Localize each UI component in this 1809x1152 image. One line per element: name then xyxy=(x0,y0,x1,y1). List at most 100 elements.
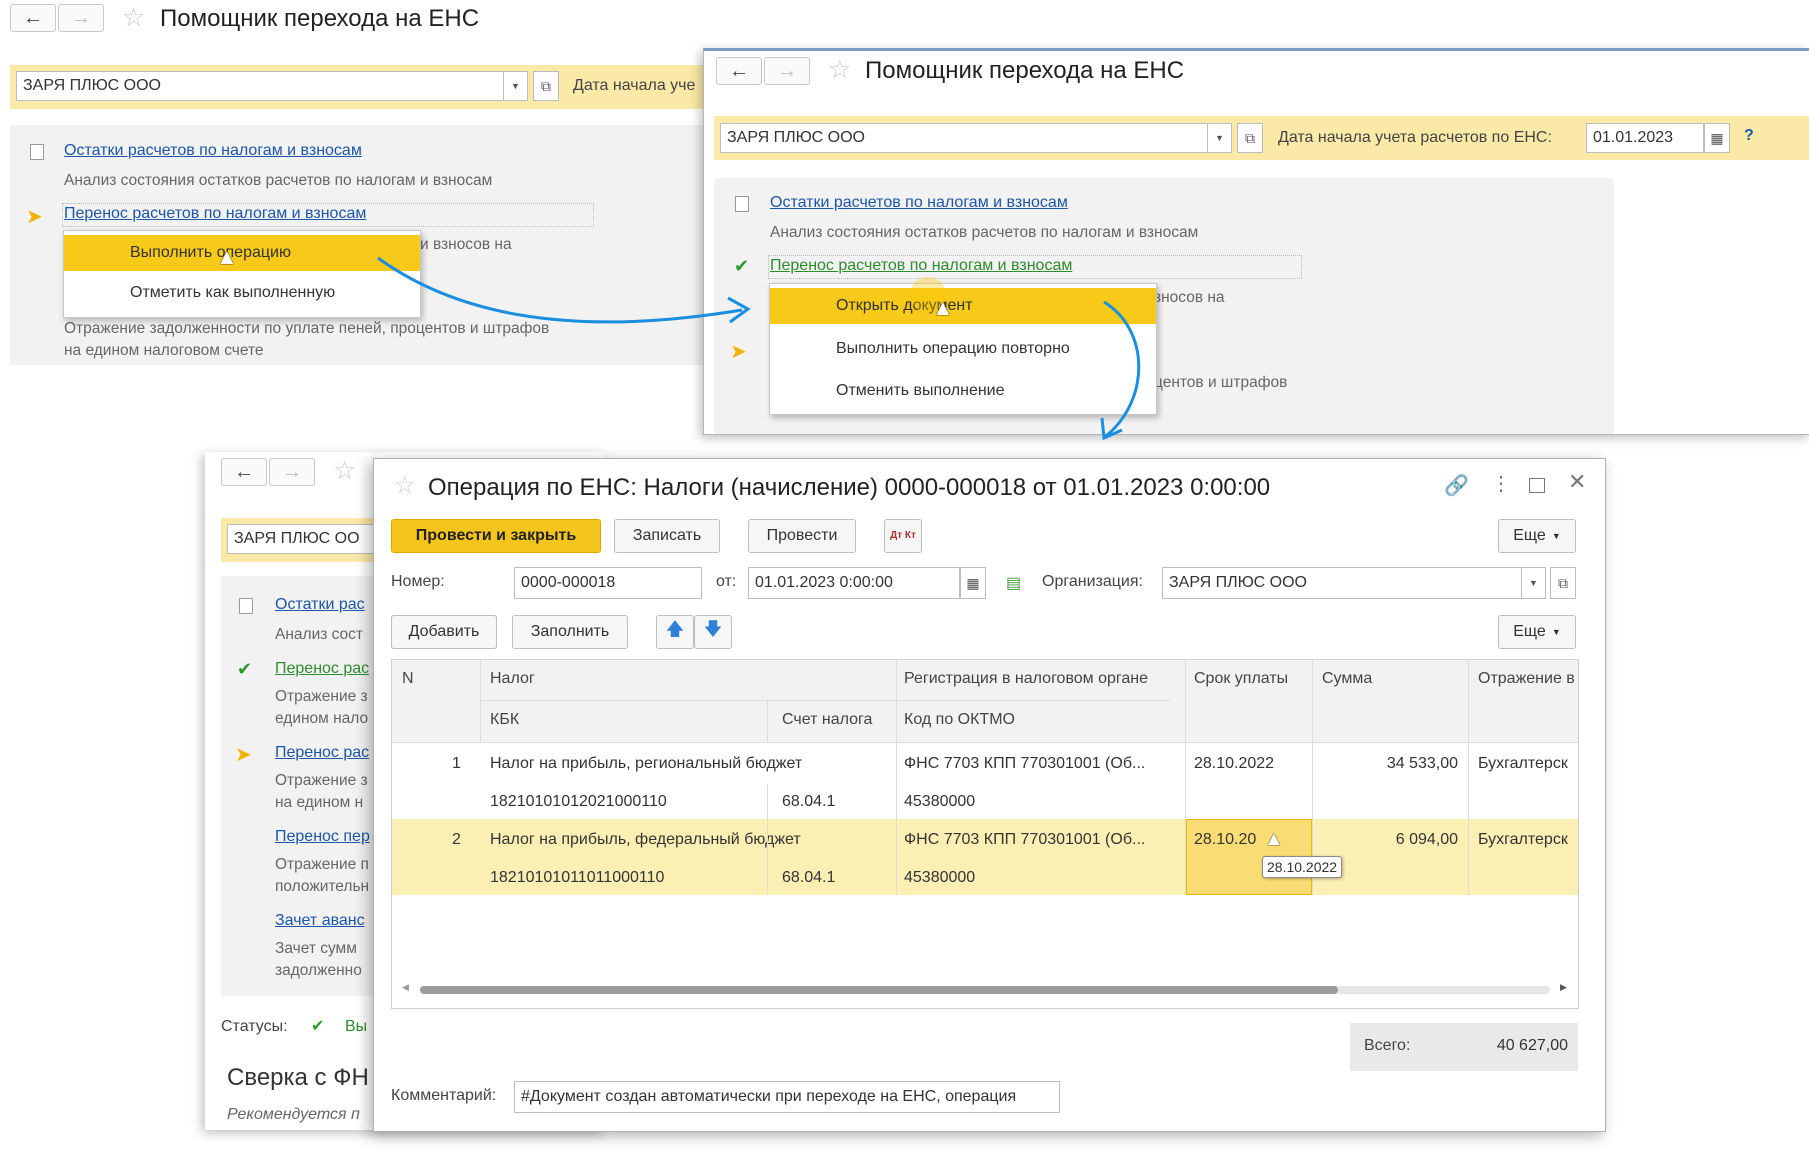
link-icon[interactable]: 🔗 xyxy=(1444,473,1469,498)
close-icon[interactable]: ✕ xyxy=(1568,469,1586,495)
col-account[interactable]: Счет налога xyxy=(782,711,872,729)
status-label: Статусы: xyxy=(221,1018,288,1035)
back-button[interactable]: ← xyxy=(221,458,267,486)
date-start-field[interactable]: 01.01.2023 xyxy=(1586,123,1704,153)
open-link-icon[interactable]: ⧉ xyxy=(1237,123,1263,153)
menu-item-execute[interactable]: Выполнить операцию xyxy=(64,235,420,271)
chevron-down-icon[interactable]: ▼ xyxy=(1208,123,1232,153)
col-divider xyxy=(1185,743,1186,895)
row-sum: 6 094,00 xyxy=(1395,831,1458,848)
arrow-right-icon: ➤ xyxy=(730,341,747,363)
organization-field[interactable]: ЗАРЯ ПЛЮС ООО xyxy=(1162,567,1522,599)
step-link-transfer[interactable]: Перенос расчетов по налогам и взносам xyxy=(770,257,1072,275)
step-desc: Отражение з xyxy=(275,772,368,789)
post-button[interactable]: Провести xyxy=(748,519,856,553)
fill-button[interactable]: Заполнить xyxy=(512,615,628,649)
kebab-menu-icon[interactable]: ⋮ xyxy=(1491,471,1511,496)
total-value: 40 627,00 xyxy=(1496,1037,1568,1054)
favorite-star-icon[interactable]: ☆ xyxy=(333,455,356,486)
col-sum[interactable]: Сумма xyxy=(1322,670,1372,688)
scrollbar-thumb[interactable] xyxy=(420,986,1338,994)
forward-button[interactable]: → xyxy=(269,458,315,486)
step-desc: положительн xyxy=(275,878,370,895)
table-more-button[interactable]: Еще ▼ xyxy=(1498,615,1576,649)
col-n[interactable]: N xyxy=(402,670,414,688)
menu-item-repeat[interactable]: Выполнить операцию повторно xyxy=(770,331,1156,367)
number-field[interactable]: 0000-000018 xyxy=(514,567,702,599)
col-kbk[interactable]: КБК xyxy=(490,711,519,729)
step-link[interactable]: Остатки рас xyxy=(275,596,365,614)
horizontal-scrollbar[interactable] xyxy=(420,986,1550,994)
move-down-icon[interactable]: 🡇 xyxy=(694,615,732,649)
scroll-right-icon[interactable]: ▶ xyxy=(1560,982,1567,993)
date-field[interactable]: 01.01.2023 0:00:00 xyxy=(748,567,960,599)
step-link[interactable]: Перенос пер xyxy=(275,828,370,846)
row-tax: Налог на прибыль, федеральный бюджет xyxy=(490,831,801,848)
chevron-down-icon[interactable]: ▼ xyxy=(1522,567,1546,599)
step-link[interactable]: Перенос рас xyxy=(275,660,369,678)
col-reflection[interactable]: Отражение в xyxy=(1478,670,1575,688)
org-field[interactable]: ЗАРЯ ПЛЮС ООО xyxy=(720,123,1208,153)
report-icon xyxy=(30,144,44,160)
org-field[interactable]: ЗАРЯ ПЛЮС ООО xyxy=(16,71,504,101)
step-link-balances[interactable]: Остатки расчетов по налогам и взносам xyxy=(64,142,362,160)
table-row-selected[interactable]: 2 Налог на прибыль, федеральный бюджет 1… xyxy=(392,819,1578,895)
step-desc-part: зносов на xyxy=(1154,289,1225,306)
check-icon: ✔ xyxy=(734,256,750,276)
col-tax[interactable]: Налог xyxy=(490,670,535,688)
step-link[interactable]: Перенос рас xyxy=(275,744,369,762)
maximize-icon[interactable] xyxy=(1529,478,1545,493)
step-link[interactable]: Зачет аванс xyxy=(275,912,365,930)
chevron-down-icon[interactable]: ▼ xyxy=(504,71,528,101)
scroll-left-icon[interactable]: ◀ xyxy=(402,982,409,993)
row-reflection: Бухгалтерск xyxy=(1478,831,1568,848)
save-button[interactable]: Записать xyxy=(614,519,720,553)
date-start-label: Дата начала уче xyxy=(573,77,696,94)
col-registration[interactable]: Регистрация в налоговом органе xyxy=(904,670,1148,688)
number-label: Номер: xyxy=(391,573,445,590)
step-desc: на едином н xyxy=(275,794,364,811)
report-icon xyxy=(735,196,749,212)
back-button[interactable]: ← xyxy=(716,57,762,85)
comment-field[interactable]: #Документ создан автоматически при перех… xyxy=(514,1081,1060,1113)
post-and-close-button[interactable]: Провести и закрыть xyxy=(391,519,601,553)
open-link-icon[interactable]: ⧉ xyxy=(1550,567,1576,599)
step-desc: Анализ сост xyxy=(275,626,364,643)
step-link-transfer[interactable]: Перенос расчетов по налогам и взносам xyxy=(64,205,366,223)
add-button[interactable]: Добавить xyxy=(391,615,497,649)
table-row[interactable]: 1 Налог на прибыль, региональный бюджет … xyxy=(392,743,1578,819)
forward-button[interactable]: → xyxy=(764,57,810,85)
row-oktmo: 45380000 xyxy=(904,869,976,886)
menu-item-open-document[interactable]: Открыть документ xyxy=(770,288,1156,324)
row-account: 68.04.1 xyxy=(782,869,836,886)
step-link-balances[interactable]: Остатки расчетов по налогам и взносам xyxy=(770,194,1068,212)
header-divider xyxy=(480,700,1170,701)
help-icon[interactable]: ? xyxy=(1744,127,1754,145)
date-start-label: Дата начала учета расчетов по ЕНС: xyxy=(1278,129,1552,146)
back-button[interactable]: ← xyxy=(10,4,56,32)
favorite-star-icon[interactable]: ☆ xyxy=(122,2,145,33)
more-button[interactable]: Еще ▼ xyxy=(1498,519,1576,553)
calendar-icon[interactable]: ▦ xyxy=(1704,123,1730,153)
check-icon: ✔ xyxy=(311,1018,325,1035)
row-due: 28.10.20 xyxy=(1194,831,1257,848)
ens-assistant-window-2: ← → ☆ Помощник перехода на ЕНС ЗАРЯ ПЛЮС… xyxy=(703,48,1809,435)
favorite-star-icon[interactable]: ☆ xyxy=(394,471,416,500)
move-up-icon[interactable]: 🡅 xyxy=(656,615,694,649)
chevron-down-icon: ▼ xyxy=(1551,531,1561,541)
col-due[interactable]: Срок уплаты xyxy=(1194,670,1288,688)
report-icon xyxy=(239,598,253,614)
forward-button[interactable]: → xyxy=(58,4,104,32)
arrow-right-icon: ➤ xyxy=(26,206,43,228)
context-menu-2: Открыть документ Выполнить операцию повт… xyxy=(769,283,1157,415)
open-link-icon[interactable]: ⧉ xyxy=(533,71,559,101)
col-oktmo[interactable]: Код по ОКТМО xyxy=(904,711,1015,729)
dt-kt-icon[interactable]: Дт Кт xyxy=(884,519,922,553)
calendar-icon[interactable]: ▦ xyxy=(960,567,986,599)
section-subtitle: Рекомендуется п xyxy=(227,1106,360,1123)
menu-item-mark-done[interactable]: Отметить как выполненную xyxy=(64,275,420,311)
row-kbk: 18210101011011000110 xyxy=(490,869,665,886)
menu-item-cancel[interactable]: Отменить выполнение xyxy=(770,373,1156,409)
favorite-star-icon[interactable]: ☆ xyxy=(828,54,851,85)
row-kbk: 18210101012021000110 xyxy=(490,793,667,810)
